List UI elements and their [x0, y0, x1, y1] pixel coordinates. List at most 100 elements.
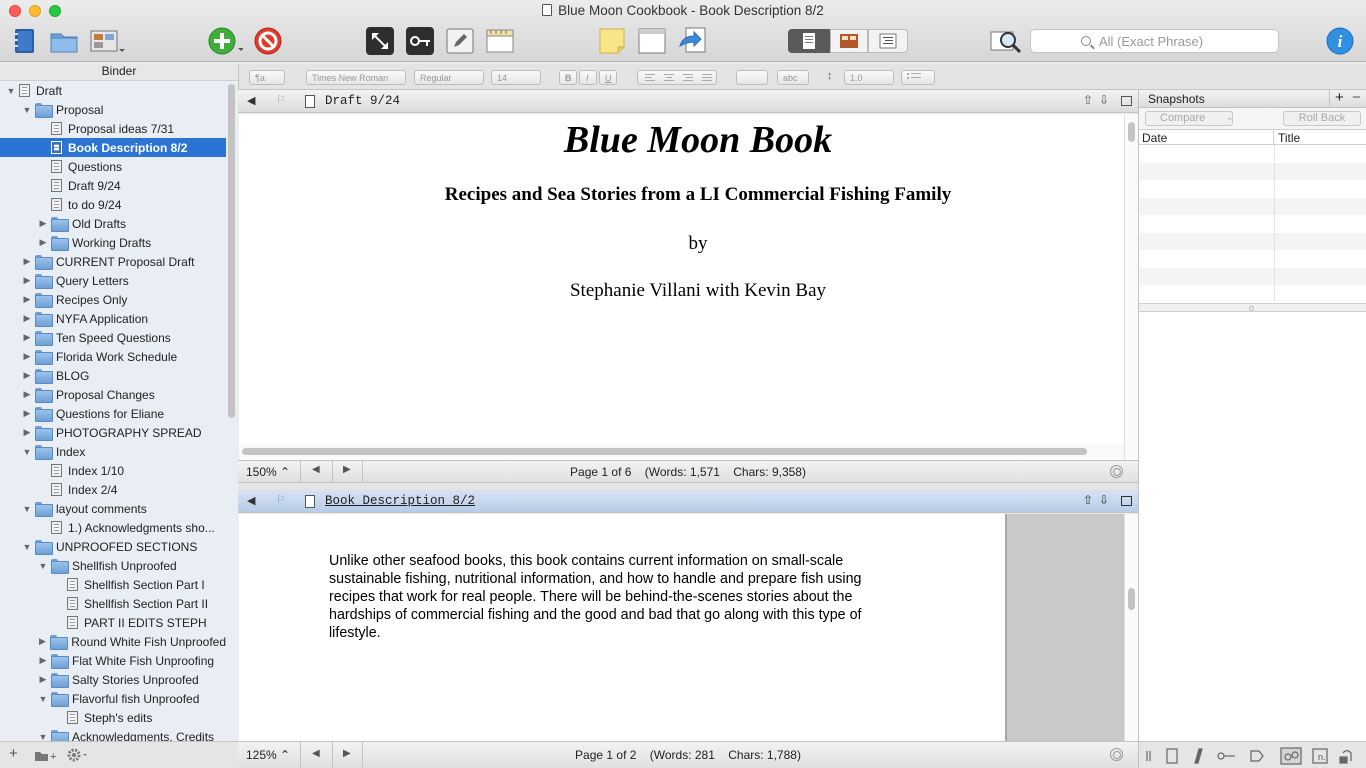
- binder-item[interactable]: Book Description 8/2: [0, 138, 226, 157]
- top-editor-page[interactable]: Blue Moon Book Recipes and Sea Stories f…: [239, 114, 1124, 444]
- bottom-editor-page[interactable]: Unlike other seafood books, this book co…: [239, 514, 1005, 741]
- back-arrow-icon[interactable]: ◀: [247, 94, 255, 107]
- disclosure-closed-icon[interactable]: ▶: [22, 427, 32, 438]
- binder-item[interactable]: ▶ Old Drafts: [0, 214, 226, 233]
- view-outline-button[interactable]: [868, 29, 908, 53]
- split-toggle-icon[interactable]: [1121, 96, 1132, 106]
- split-toggle-icon[interactable]: [1121, 496, 1132, 506]
- disclosure-open-icon[interactable]: ▼: [22, 504, 32, 514]
- disclosure-closed-icon[interactable]: ▶: [22, 294, 32, 305]
- snapshot-row[interactable]: [1140, 215, 1366, 232]
- search-input[interactable]: All (Exact Phrase): [1030, 29, 1279, 53]
- collections-button[interactable]: [48, 25, 80, 57]
- disclosure-closed-icon[interactable]: ▶: [22, 408, 32, 419]
- binder-item[interactable]: to do 9/24: [0, 195, 226, 214]
- binder-item[interactable]: ▶ Proposal Changes: [0, 385, 226, 404]
- disclosure-closed-icon[interactable]: ▶: [22, 313, 32, 324]
- add-item-button[interactable]: +: [9, 745, 18, 762]
- next-doc-icon[interactable]: ⇩: [1099, 93, 1109, 107]
- keywords-button[interactable]: [404, 25, 436, 57]
- binder-item[interactable]: ▼ layout comments: [0, 499, 226, 518]
- disclosure-open-icon[interactable]: ▼: [38, 561, 48, 571]
- binder-item[interactable]: ▼ Index: [0, 442, 226, 461]
- top-vertical-scrollbar[interactable]: [1124, 114, 1138, 460]
- disclosure-closed-icon[interactable]: ▶: [22, 256, 32, 267]
- binder-item[interactable]: Index 2/4: [0, 480, 226, 499]
- binder-item[interactable]: ▶ Questions for Eliane: [0, 404, 226, 423]
- disclosure-open-icon[interactable]: ▼: [6, 86, 16, 96]
- inspector-splitter[interactable]: [1139, 303, 1366, 312]
- disclosure-closed-icon[interactable]: ▶: [22, 332, 32, 343]
- binder-item[interactable]: ▶ BLOG: [0, 366, 226, 385]
- notes-button[interactable]: [596, 25, 628, 57]
- target-icon[interactable]: [1110, 748, 1123, 761]
- disclosure-closed-icon[interactable]: ▶: [38, 655, 48, 666]
- settings-gear-icon[interactable]: [67, 748, 89, 762]
- alignment-buttons[interactable]: [637, 70, 717, 85]
- snapshot-row[interactable]: [1140, 232, 1366, 250]
- binder-item[interactable]: ▶ Florida Work Schedule: [0, 347, 226, 366]
- paragraph-style-select[interactable]: ¶a: [249, 70, 285, 85]
- binder-item[interactable]: ▼ Acknowledgments, Credits: [0, 727, 226, 741]
- binder-item[interactable]: Shellfish Section Part II: [0, 594, 226, 613]
- snapshot-row[interactable]: [1140, 197, 1366, 215]
- line-spacing-select[interactable]: 1.0: [844, 70, 894, 85]
- disclosure-open-icon[interactable]: ▼: [22, 105, 32, 115]
- snapshot-row[interactable]: [1140, 285, 1366, 302]
- view-mode-button[interactable]: [88, 25, 126, 57]
- binder-item[interactable]: Steph's edits: [0, 708, 226, 727]
- disclosure-closed-icon[interactable]: ▶: [22, 389, 32, 400]
- bottom-editor-title[interactable]: Book Description 8/2: [325, 494, 475, 508]
- disclosure-closed-icon[interactable]: ▶: [22, 351, 32, 362]
- previous-doc-icon[interactable]: ⇧: [1083, 493, 1093, 507]
- split-divider[interactable]: [238, 482, 1138, 490]
- binder-item[interactable]: Proposal ideas 7/31: [0, 119, 226, 138]
- compare-button[interactable]: Compare ⌄: [1145, 111, 1234, 126]
- binder-item[interactable]: Shellfish Section Part I: [0, 575, 226, 594]
- snapshot-row[interactable]: [1140, 162, 1366, 180]
- italic-button[interactable]: I: [579, 70, 597, 85]
- binder-item[interactable]: ▶ Round White Fish Unproofed: [0, 632, 226, 651]
- inspector-button[interactable]: i: [1324, 25, 1356, 57]
- composition-mode-button[interactable]: [364, 25, 396, 57]
- forward-flag-icon[interactable]: ⚐: [276, 93, 286, 106]
- binder-item[interactable]: ▼ Draft: [0, 81, 226, 100]
- highlight-color-select[interactable]: abc: [777, 70, 809, 85]
- remove-snapshot-button[interactable]: −: [1352, 89, 1361, 106]
- list-style-select[interactable]: [901, 70, 935, 85]
- snapshot-row[interactable]: [1140, 180, 1366, 197]
- binder-item[interactable]: Draft 9/24: [0, 176, 226, 195]
- binder-toggle-button[interactable]: [10, 25, 38, 57]
- add-document-button[interactable]: [206, 25, 244, 57]
- next-doc-icon[interactable]: ⇩: [1099, 493, 1109, 507]
- text-format-button[interactable]: [484, 25, 516, 57]
- binder-item[interactable]: ▶ Recipes Only: [0, 290, 226, 309]
- binder-item[interactable]: ▼ Shellfish Unproofed: [0, 556, 226, 575]
- binder-scrollbar[interactable]: [228, 84, 235, 418]
- snapshot-table[interactable]: [1139, 145, 1366, 303]
- binder-item[interactable]: ▶ Ten Speed Questions: [0, 328, 226, 347]
- disclosure-open-icon[interactable]: ▼: [22, 447, 32, 457]
- edit-scrivenings-button[interactable]: [444, 25, 476, 57]
- target-icon[interactable]: [1110, 465, 1123, 478]
- binder-item[interactable]: ▶ NYFA Application: [0, 309, 226, 328]
- add-snapshot-button[interactable]: +: [1335, 89, 1344, 106]
- binder-item[interactable]: ▶ Salty Stories Unproofed: [0, 670, 226, 689]
- view-document-button[interactable]: [788, 29, 830, 53]
- snapshot-row[interactable]: [1140, 267, 1366, 285]
- date-column-header[interactable]: Date: [1142, 131, 1167, 145]
- quickref-button[interactable]: [636, 25, 668, 57]
- disclosure-closed-icon[interactable]: ▶: [38, 237, 48, 248]
- forward-flag-icon[interactable]: ⚐: [276, 493, 286, 506]
- binder-item[interactable]: PART II EDITS STEPH: [0, 613, 226, 632]
- font-weight-select[interactable]: Regular: [414, 70, 484, 85]
- binder-outline[interactable]: ▼ Draft ▼ Proposal Proposal ideas 7/31 Book D…: [0, 81, 238, 741]
- binder-item[interactable]: ▼ UNPROOFED SECTIONS: [0, 537, 226, 556]
- add-folder-icon[interactable]: +: [34, 750, 58, 762]
- binder-item[interactable]: ▶ CURRENT Proposal Draft: [0, 252, 226, 271]
- disclosure-closed-icon[interactable]: ▶: [38, 674, 48, 685]
- binder-item[interactable]: ▼ Flavorful fish Unproofed: [0, 689, 226, 708]
- delete-button[interactable]: [252, 25, 284, 57]
- font-size-select[interactable]: 14: [491, 70, 541, 85]
- snapshot-row[interactable]: [1140, 145, 1366, 162]
